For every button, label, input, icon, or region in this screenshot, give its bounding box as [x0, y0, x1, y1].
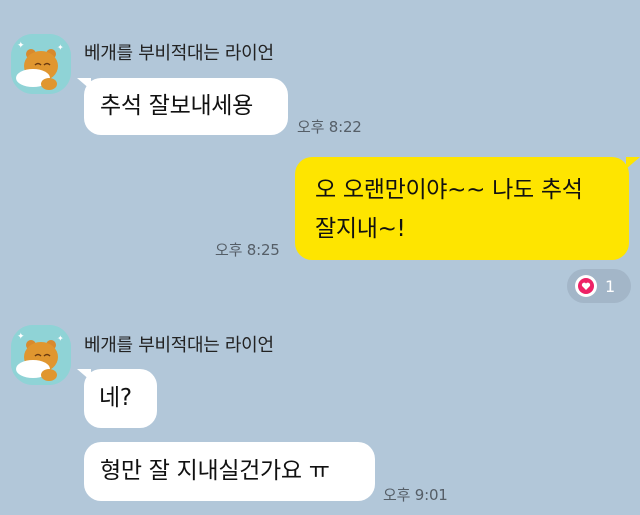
- avatar[interactable]: ✦ ✦: [11, 325, 71, 385]
- message-text: 네?: [99, 385, 132, 411]
- message-bubble[interactable]: 네?: [84, 369, 157, 428]
- reaction-badge[interactable]: 1: [567, 269, 631, 303]
- message-bubble[interactable]: 오 오랜만이야~~ 나도 추석 잘지내~!: [295, 157, 629, 260]
- message-text-line: 잘지내~!: [315, 216, 406, 242]
- sender-name: 베개를 부비적대는 라이언: [84, 335, 274, 356]
- bubble-tail: [626, 157, 640, 169]
- ryan-bear-icon: ✦ ✦: [11, 34, 71, 94]
- svg-text:✦: ✦: [57, 43, 64, 52]
- message-text-line: 오 오랜만이야~~ 나도 추석: [315, 177, 583, 203]
- message-time: 오후 8:25: [215, 241, 280, 259]
- message-bubble[interactable]: 형만 잘 지내실건가요 ㅠ: [84, 442, 375, 501]
- heart-icon: [578, 278, 594, 294]
- message-text: 추석 잘보내세용: [100, 93, 254, 119]
- reaction-count: 1: [605, 276, 616, 296]
- svg-text:✦: ✦: [57, 334, 64, 343]
- message-text: 형만 잘 지내실건가요 ㅠ: [100, 458, 330, 484]
- svg-text:✦: ✦: [17, 41, 25, 51]
- message-bubble[interactable]: 추석 잘보내세용: [84, 78, 288, 135]
- svg-text:✦: ✦: [17, 332, 25, 342]
- ryan-bear-icon: ✦ ✦: [11, 325, 71, 385]
- sender-name: 베개를 부비적대는 라이언: [84, 43, 274, 64]
- avatar[interactable]: ✦ ✦: [11, 34, 71, 94]
- message-time: 오후 8:22: [297, 118, 362, 136]
- reaction-heart-circle: [575, 275, 597, 297]
- message-time: 오후 9:01: [383, 486, 448, 504]
